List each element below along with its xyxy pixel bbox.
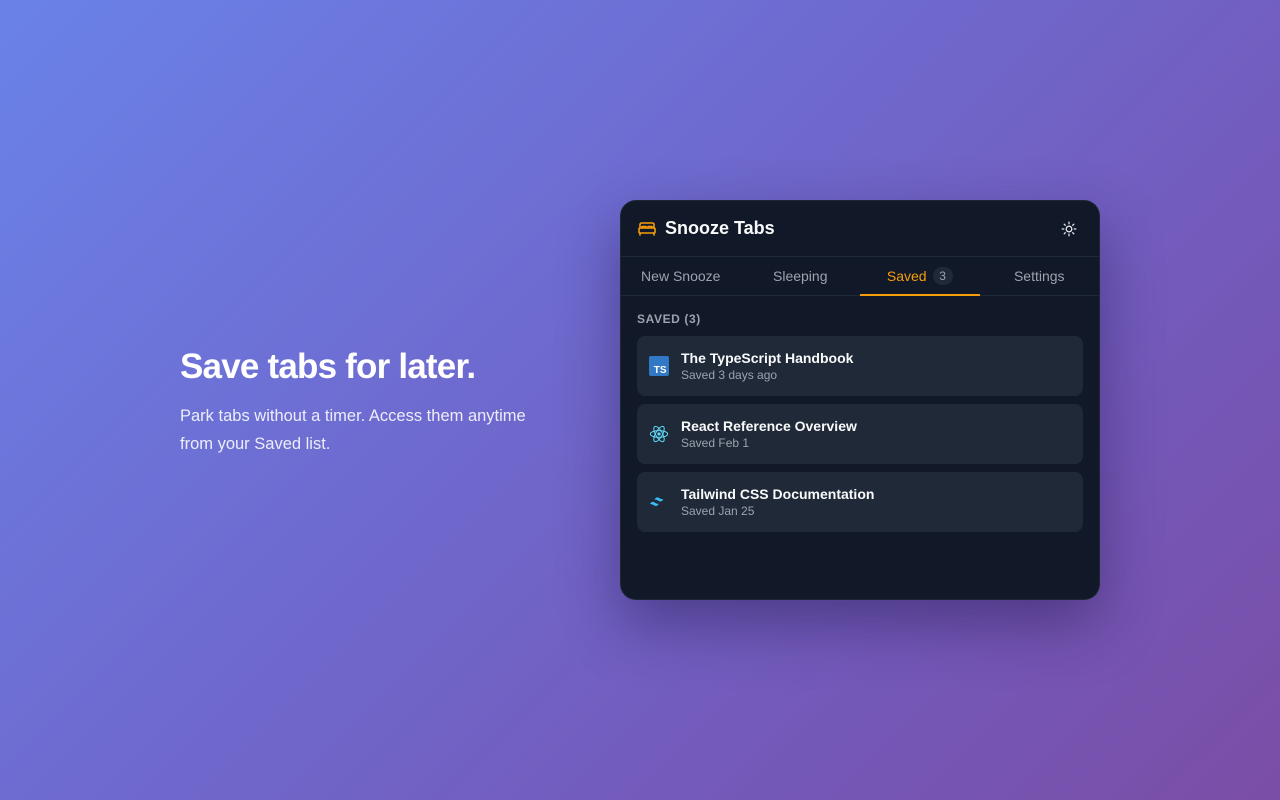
tab-sleeping[interactable]: Sleeping [741, 257, 861, 295]
tab-bar: New Snooze Sleeping Saved 3 Settings [621, 257, 1099, 296]
tailwind-icon [649, 492, 669, 512]
tab-label: Saved [886, 268, 927, 284]
hero-subtitle: Park tabs without a timer. Access them a… [180, 407, 526, 453]
item-title: React Reference Overview [681, 418, 857, 434]
tab-label: Settings [1013, 268, 1065, 284]
extension-popup: Snooze Tabs New Snooze Sleeping Saved 3 … [620, 200, 1100, 600]
saved-count-badge: 3 [932, 267, 953, 285]
app-title: Snooze Tabs [665, 218, 775, 238]
item-saved-date: Saved Feb 1 [681, 436, 750, 450]
tab-new-snooze[interactable]: New Snooze [621, 257, 741, 295]
section-label: SAVED (3) [637, 312, 701, 326]
tab-label: New Snooze [641, 268, 721, 284]
sun-icon [1061, 221, 1077, 237]
react-icon [649, 424, 669, 444]
tab-settings[interactable]: Settings [980, 257, 1100, 295]
typescript-icon-text: TS [654, 365, 667, 376]
hero-title: Save tabs for later. [180, 347, 476, 386]
tab-saved[interactable]: Saved 3 [860, 257, 980, 296]
popup-header: Snooze Tabs [621, 201, 1099, 257]
bed-icon [637, 219, 657, 239]
saved-item[interactable]: TS The TypeScript Handbook Saved 3 days … [637, 336, 1083, 396]
hero: Save tabs for later. Park tabs without a… [180, 346, 560, 458]
item-saved-date: Saved Jan 25 [681, 504, 755, 518]
saved-list-section: SAVED (3) TS The TypeScript Handbook Sav… [621, 296, 1099, 532]
saved-item[interactable]: React Reference Overview Saved Feb 1 [637, 404, 1083, 464]
saved-item[interactable]: Tailwind CSS Documentation Saved Jan 25 [637, 472, 1083, 532]
item-title: Tailwind CSS Documentation [681, 486, 875, 502]
tab-label: Sleeping [773, 268, 828, 284]
item-title: The TypeScript Handbook [681, 350, 854, 366]
theme-toggle-button[interactable] [1055, 215, 1083, 243]
item-saved-date: Saved 3 days ago [681, 368, 778, 382]
typescript-icon: TS [649, 356, 669, 376]
